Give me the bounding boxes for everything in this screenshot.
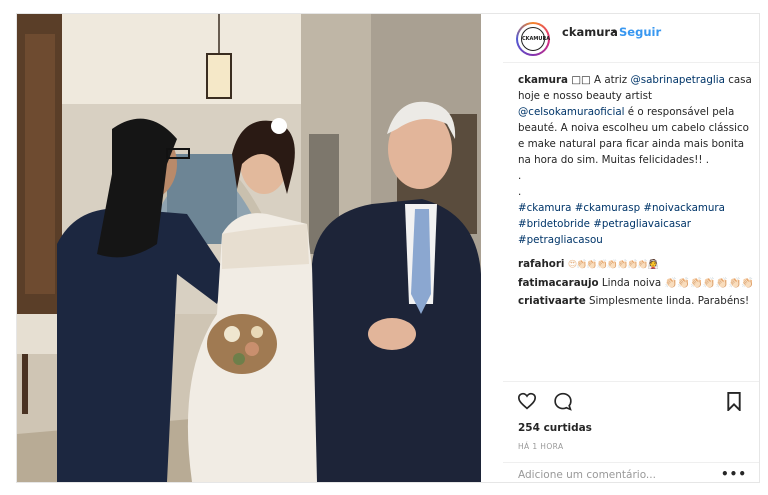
mention-sabrinapetraglia[interactable]: @sabrinapetraglia <box>630 74 724 86</box>
avatar-ring-inner: CKAMURA <box>518 24 550 54</box>
profile-avatar[interactable]: CKAMURA <box>516 22 550 56</box>
caption-dot-1: . <box>518 170 522 182</box>
mention-celsokamuraoficial[interactable]: @celsokamuraoficial <box>518 106 625 118</box>
follow-button[interactable]: Seguir <box>619 25 661 39</box>
comment-username[interactable]: criativaarte <box>518 295 586 307</box>
likes-count[interactable]: 254 curtidas <box>518 422 592 434</box>
caption-username[interactable]: ckamura <box>518 74 568 86</box>
wedding-photo-illustration <box>17 14 481 482</box>
comment-icon[interactable] <box>553 392 573 415</box>
header-username[interactable]: ckamura <box>562 25 618 39</box>
caption-dot-2: . <box>518 186 522 198</box>
caption-text-1: □□ A atriz <box>568 74 631 86</box>
comment-username[interactable]: fatimacaraujo <box>518 277 599 289</box>
post-sidebar: CKAMURA ckamura • Seguir ckamura □□ A at… <box>503 14 759 482</box>
comments-section: ckamura □□ A atriz @sabrinapetraglia cas… <box>518 72 758 309</box>
comment-text: Simplesmente linda. Parabéns! <box>589 295 750 307</box>
caption: ckamura □□ A atriz @sabrinapetraglia cas… <box>518 72 758 168</box>
post-actions: 254 curtidas HÁ 1 HORA Adicione um comen… <box>503 381 759 482</box>
comment-username[interactable]: rafahori <box>518 258 564 270</box>
post-timestamp[interactable]: HÁ 1 HORA <box>518 442 564 451</box>
comment-item: criativaarte Simplesmente linda. Parabén… <box>518 293 758 309</box>
heart-icon[interactable] <box>517 392 537 414</box>
more-options-button[interactable]: ••• <box>721 467 747 481</box>
post-photo[interactable] <box>17 14 481 482</box>
comment-text: 😍👏🏻👏🏻👏🏻👏🏻👏🏻👏🏻👏🏻👰 <box>567 260 659 270</box>
avatar-logo: CKAMURA <box>521 27 550 51</box>
caption-hashtags[interactable]: #ckamura #ckamurasp #noivackamura #bride… <box>518 200 758 248</box>
comment-text: Linda noiva 👏🏻👏🏻👏🏻👏🏻👏🏻👏🏻👏🏻 <box>601 277 755 289</box>
comment-item: fatimacaraujo Linda noiva 👏🏻👏🏻👏🏻👏🏻👏🏻👏🏻👏🏻 <box>518 275 758 291</box>
bookmark-icon[interactable] <box>726 392 742 415</box>
add-comment-bar: Adicione um comentário... ••• <box>503 462 759 483</box>
instagram-post: CKAMURA ckamura • Seguir ckamura □□ A at… <box>16 13 760 483</box>
add-comment-input[interactable]: Adicione um comentário... <box>518 469 656 481</box>
header-separator: • <box>611 25 618 38</box>
comment-item: rafahori 😍👏🏻👏🏻👏🏻👏🏻👏🏻👏🏻👏🏻👰 <box>518 256 758 273</box>
post-header: CKAMURA ckamura • Seguir <box>503 14 759 63</box>
